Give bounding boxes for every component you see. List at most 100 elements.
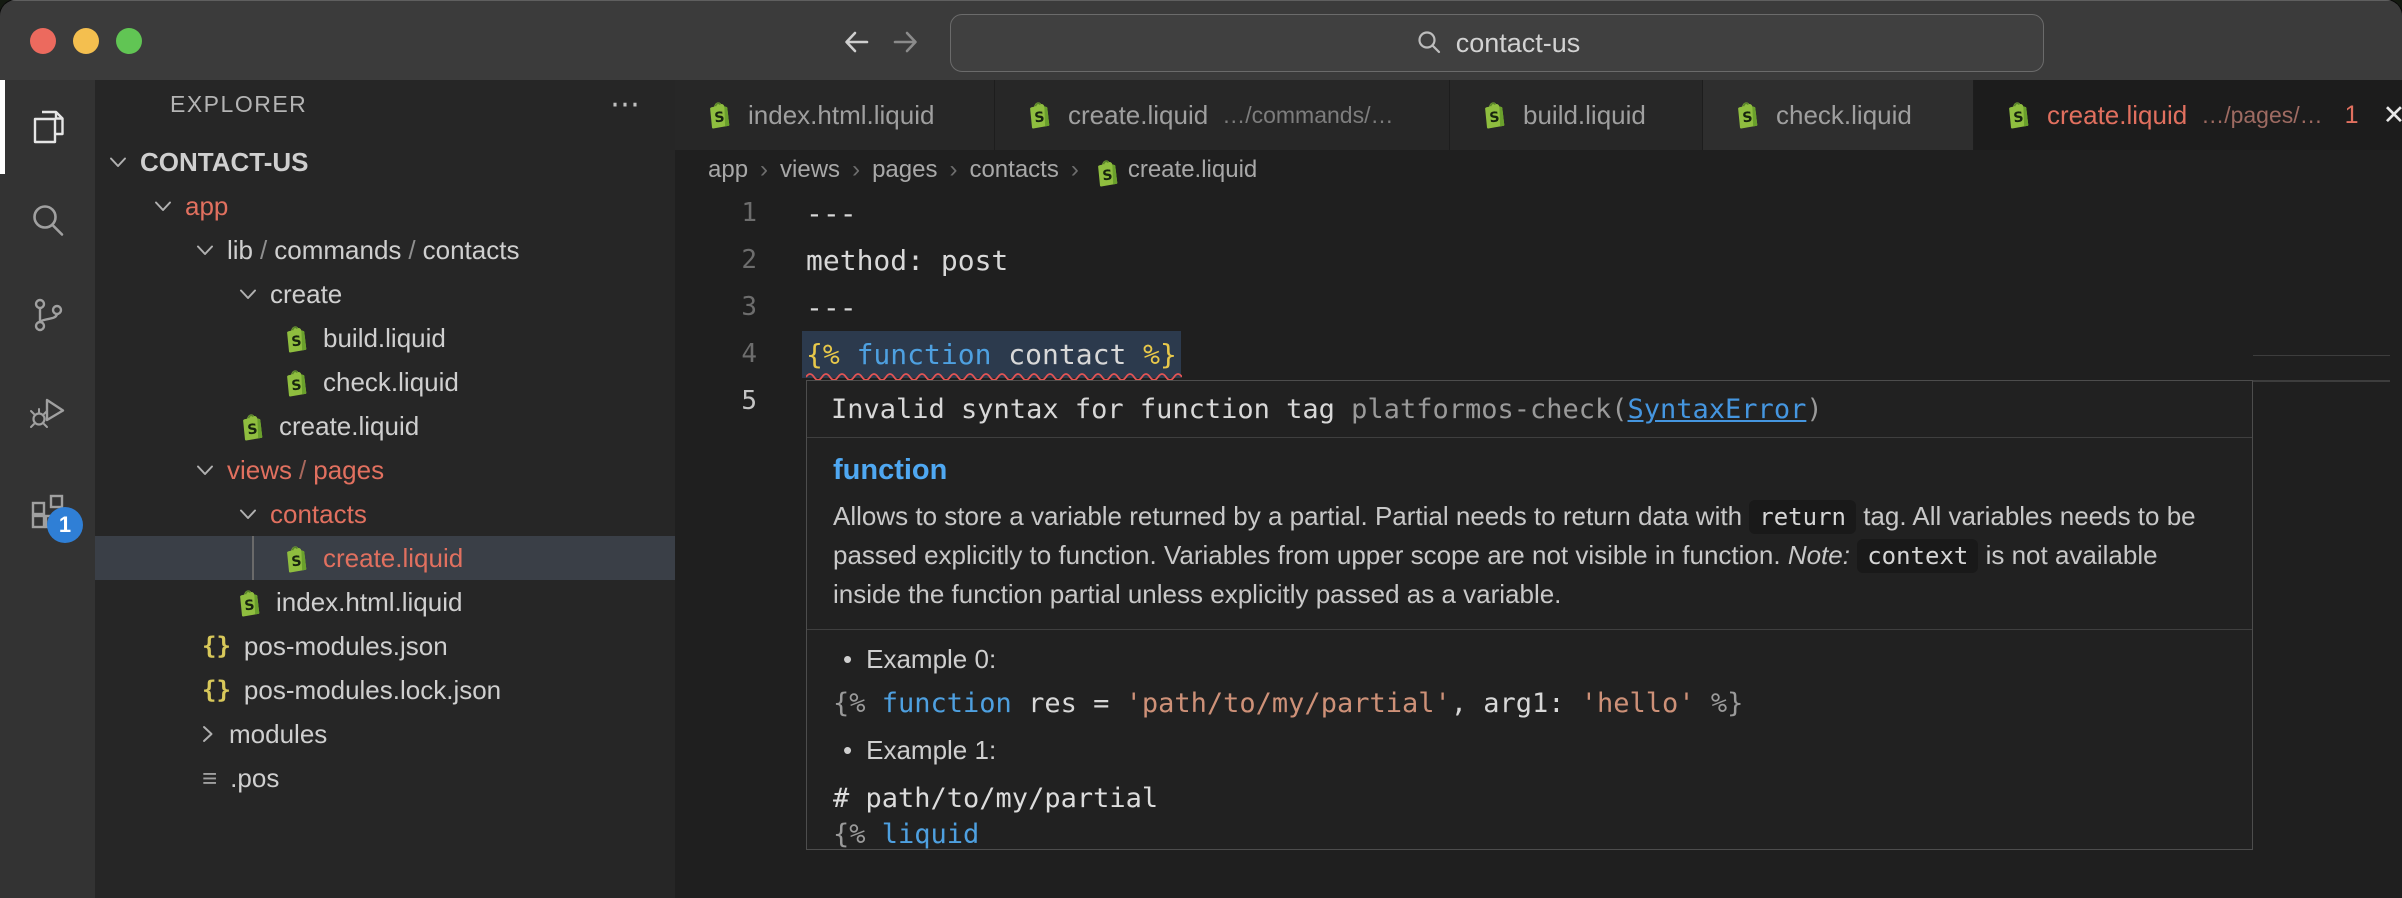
tree-folder-modules[interactable]: modules — [95, 712, 675, 756]
tab-label: create.liquid — [2047, 99, 2188, 130]
example-0-bullet: • Example 0: — [833, 644, 2226, 675]
example-1-bullet: • Example 1: — [833, 735, 2226, 766]
svg-text:S: S — [291, 553, 303, 570]
minimize-window-button[interactable] — [73, 28, 99, 54]
tab-create-liquid-commands[interactable]: S create.liquid …/commands/… — [995, 80, 1450, 150]
inline-code: context — [1857, 539, 1979, 573]
code-token: --- — [806, 197, 857, 230]
tree-folder-create[interactable]: create — [95, 272, 675, 316]
doc-text: Note: — [1787, 540, 1850, 570]
back-arrow-icon[interactable] — [838, 23, 876, 61]
folder-label: create — [270, 278, 343, 309]
tab-index-html-liquid[interactable]: S index.html.liquid — [675, 80, 995, 150]
tab-path-hint: …/commands/… — [1222, 101, 1394, 128]
tree-folder-contacts[interactable]: contacts — [95, 492, 728, 536]
svg-text:S: S — [1489, 109, 1501, 126]
hover-divider — [807, 629, 2252, 630]
path-separator: / — [299, 454, 307, 485]
close-window-button[interactable] — [30, 28, 56, 54]
breadcrumb-separator: › — [852, 156, 861, 183]
code-token: --- — [806, 291, 857, 324]
svg-text:S: S — [291, 377, 303, 394]
liquid-file-icon: S — [1091, 157, 1118, 186]
chevron-down-icon — [235, 501, 261, 527]
line-content: --- — [806, 190, 857, 237]
breadcrumb-item-contacts[interactable]: contacts — [969, 156, 1058, 184]
liquid-file-icon: S — [236, 411, 266, 441]
breadcrumb-separator: › — [760, 156, 769, 183]
liquid-file-icon: S — [280, 367, 310, 397]
tab-build-liquid[interactable]: S build.liquid — [1450, 80, 1703, 150]
file-label: pos-modules.lock.json — [243, 674, 502, 705]
file-label: build.liquid — [323, 322, 446, 353]
line-content: --- — [806, 284, 857, 331]
activity-bar: 1 — [0, 80, 95, 898]
tree-file-pos-modules-lock-json[interactable]: {} pos-modules.lock.json — [95, 668, 675, 712]
code-token: %} — [1143, 338, 1177, 371]
folder-label: app — [185, 190, 229, 221]
sidebar-title: EXPLORER — [170, 90, 308, 117]
code-editor[interactable]: 1 --- 2 method: post 3 --- 4 {% function… — [675, 190, 2402, 898]
liquid-file-icon: S — [280, 323, 310, 353]
breadcrumb-separator: › — [1070, 156, 1079, 183]
file-label: pos-modules.json — [243, 630, 448, 661]
json-braces-icon: {} — [202, 632, 231, 660]
tree-file-build-liquid[interactable]: S build.liquid — [95, 316, 675, 360]
close-tab-icon[interactable]: ✕ — [2383, 100, 2402, 131]
zoom-window-button[interactable] — [116, 28, 142, 54]
tree-file-create-liquid-commands[interactable]: S create.liquid — [95, 404, 675, 448]
breadcrumb-item-pages[interactable]: pages — [872, 156, 937, 184]
activity-extensions[interactable]: 1 — [0, 463, 95, 557]
tree-section-contact-us[interactable]: CONTACT-US — [95, 140, 675, 184]
tree-file-index-html-liquid[interactable]: S index.html.liquid — [95, 580, 675, 624]
command-center-search[interactable]: contact-us — [950, 14, 2044, 72]
code-token: liquid — [865, 819, 980, 850]
file-label: index.html.liquid — [276, 586, 463, 617]
search-icon — [1414, 28, 1444, 58]
command-center-label: contact-us — [1455, 27, 1581, 58]
code-token: contact — [991, 338, 1144, 371]
svg-text:S: S — [247, 421, 259, 438]
error-code-link[interactable]: SyntaxError — [1628, 394, 1807, 425]
forward-arrow-icon[interactable] — [886, 23, 924, 61]
liquid-file-icon: S — [703, 99, 735, 131]
svg-text:S: S — [1742, 109, 1754, 126]
more-actions-icon[interactable]: ⋯ — [610, 80, 642, 128]
liquid-file-icon: S — [2002, 99, 2034, 131]
breadcrumb-item-app[interactable]: app — [708, 156, 748, 184]
hover-widget: Invalid syntax for function tag platform… — [806, 380, 2253, 850]
svg-text:S: S — [1034, 109, 1046, 126]
tab-create-liquid-pages-active[interactable]: S create.liquid …/pages/… 1 ✕ — [1974, 80, 2402, 150]
svg-text:S: S — [2013, 109, 2025, 126]
line-number: 3 — [741, 292, 757, 322]
activity-explorer[interactable] — [0, 80, 95, 174]
tree-folder-views-pages[interactable]: views / pages — [95, 448, 728, 492]
liquid-file-icon: S — [233, 587, 263, 617]
breadcrumb-item-file[interactable]: create.liquid — [1128, 156, 1257, 184]
tree-file-pos[interactable]: ≡ .pos — [95, 756, 675, 800]
tree-folder-app[interactable]: app — [95, 184, 728, 228]
folder-label: contacts — [422, 234, 520, 265]
svg-text:S: S — [714, 109, 726, 126]
settings-file-icon: ≡ — [202, 762, 218, 793]
json-braces-icon: {} — [202, 676, 231, 704]
chevron-right-icon — [194, 721, 220, 747]
line-number: 5 — [741, 386, 757, 416]
tree-file-create-liquid-pages-selected[interactable]: S create.liquid 1 — [95, 536, 726, 580]
breadcrumb-item-views[interactable]: views — [780, 156, 840, 184]
breadcrumb: app › views › pages › contacts › S creat… — [675, 150, 2402, 190]
activity-run-and-debug[interactable] — [0, 365, 95, 459]
svg-text:S: S — [244, 597, 256, 614]
chevron-down-icon — [235, 281, 261, 307]
screenshot: contact-us 1 EXPLORER ⋯ CONTACT-US app l… — [0, 0, 2402, 898]
breadcrumb-separator: › — [949, 156, 958, 183]
hover-border-extension — [2253, 380, 2390, 382]
activity-search[interactable] — [0, 174, 95, 268]
tree-file-pos-modules-json[interactable]: {} pos-modules.json — [95, 624, 675, 668]
tab-check-liquid[interactable]: S check.liquid — [1703, 80, 1974, 150]
activity-source-control[interactable] — [0, 268, 95, 362]
tab-label: index.html.liquid — [748, 99, 935, 130]
tree-folder-lib-commands-contacts[interactable]: lib / commands / contacts — [95, 228, 675, 272]
tree-file-check-liquid[interactable]: S check.liquid — [95, 360, 675, 404]
search-icon — [25, 198, 71, 244]
